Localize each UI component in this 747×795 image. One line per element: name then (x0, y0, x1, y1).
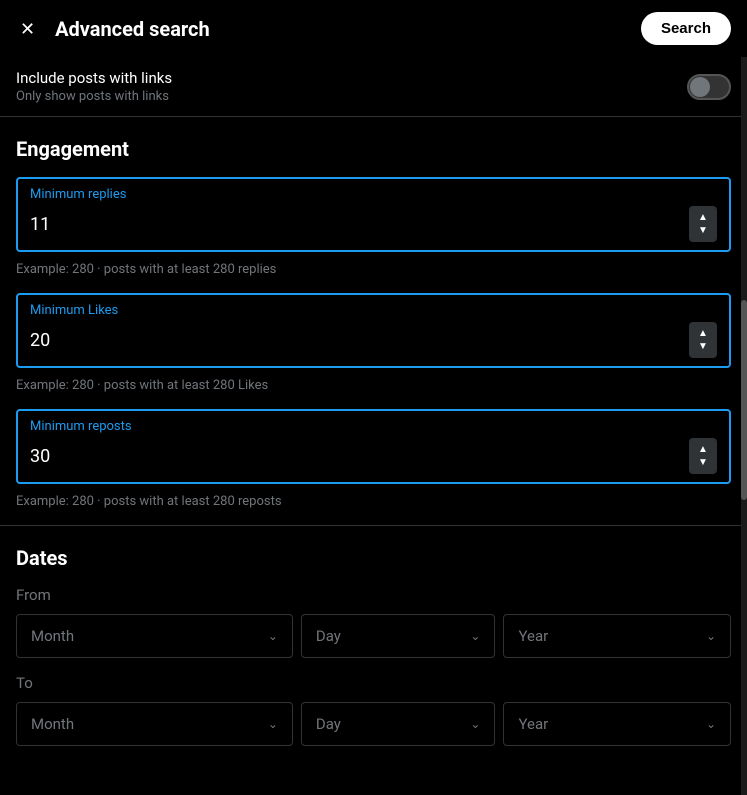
minimum-replies-label: Minimum replies (30, 187, 717, 202)
to-day-placeholder: Day (316, 715, 341, 733)
minimum-reposts-spinner[interactable]: ▲ ▼ (689, 438, 717, 474)
scrollbar-thumb[interactable] (741, 300, 747, 500)
to-label: To (16, 674, 731, 692)
minimum-likes-spinner[interactable]: ▲ ▼ (689, 322, 717, 358)
include-links-sublabel: Only show posts with links (16, 89, 172, 104)
include-links-text: Include posts with links Only show posts… (16, 69, 172, 104)
to-year-placeholder: Year (518, 715, 548, 733)
top-bar-left: ✕ Advanced search (16, 16, 210, 42)
engagement-header: Engagement (16, 117, 731, 177)
to-year-select[interactable]: Year ⌄ (503, 702, 731, 746)
from-month-select[interactable]: Month ⌄ (16, 614, 293, 658)
toggle-include-links[interactable] (687, 74, 731, 100)
from-year-select[interactable]: Year ⌄ (503, 614, 731, 658)
minimum-reposts-row: 30 ▲ ▼ (30, 438, 717, 474)
toggle-thumb (690, 77, 710, 97)
minimum-reposts-value: 30 (30, 446, 50, 467)
spinner-up-icon-likes: ▲ (698, 328, 708, 339)
page-container: ✕ Advanced search Search Include posts w… (0, 0, 747, 795)
minimum-likes-value: 20 (30, 330, 50, 351)
spinner-down-icon-likes: ▼ (698, 341, 708, 352)
dates-section: Dates From Month ⌄ Day ⌄ Year ⌄ To Month… (0, 526, 747, 746)
minimum-replies-group: Minimum replies 11 ▲ ▼ (16, 177, 731, 252)
spinner-up-icon-reposts: ▲ (698, 444, 708, 455)
from-month-chevron-icon: ⌄ (268, 629, 278, 643)
to-year-chevron-icon: ⌄ (706, 717, 716, 731)
spinner-up-icon: ▲ (698, 212, 708, 223)
from-date-row: Month ⌄ Day ⌄ Year ⌄ (16, 614, 731, 658)
engagement-section: Engagement Minimum replies 11 ▲ ▼ Exampl… (0, 117, 747, 509)
minimum-replies-value: 11 (30, 214, 50, 235)
to-month-placeholder: Month (31, 715, 74, 733)
minimum-replies-example: Example: 280 · posts with at least 280 r… (16, 256, 731, 277)
from-day-select[interactable]: Day ⌄ (301, 614, 496, 658)
top-bar: ✕ Advanced search Search (0, 0, 747, 57)
minimum-likes-row: 20 ▲ ▼ (30, 322, 717, 358)
to-date-row: Month ⌄ Day ⌄ Year ⌄ (16, 702, 731, 746)
include-links-section: Include posts with links Only show posts… (0, 57, 747, 116)
from-day-placeholder: Day (316, 627, 341, 645)
minimum-likes-example: Example: 280 · posts with at least 280 L… (16, 372, 731, 393)
scrollbar-track (741, 0, 747, 795)
dates-header: Dates (16, 526, 731, 586)
to-month-chevron-icon: ⌄ (268, 717, 278, 731)
from-day-chevron-icon: ⌄ (470, 629, 480, 643)
close-button[interactable]: ✕ (16, 16, 39, 42)
to-day-select[interactable]: Day ⌄ (301, 702, 496, 746)
from-label: From (16, 586, 731, 604)
toggle-track (687, 74, 731, 100)
search-button[interactable]: Search (641, 12, 731, 45)
from-year-placeholder: Year (518, 627, 548, 645)
minimum-reposts-group: Minimum reposts 30 ▲ ▼ (16, 409, 731, 484)
from-month-placeholder: Month (31, 627, 74, 645)
minimum-replies-row: 11 ▲ ▼ (30, 206, 717, 242)
minimum-likes-label: Minimum Likes (30, 303, 717, 318)
page-title: Advanced search (55, 17, 210, 41)
include-links-label: Include posts with links (16, 69, 172, 87)
to-day-chevron-icon: ⌄ (470, 717, 480, 731)
minimum-likes-group: Minimum Likes 20 ▲ ▼ (16, 293, 731, 368)
spinner-down-icon-reposts: ▼ (698, 457, 708, 468)
to-month-select[interactable]: Month ⌄ (16, 702, 293, 746)
from-year-chevron-icon: ⌄ (706, 629, 716, 643)
spinner-down-icon: ▼ (698, 225, 708, 236)
minimum-reposts-example: Example: 280 · posts with at least 280 r… (16, 488, 731, 509)
minimum-reposts-label: Minimum reposts (30, 419, 717, 434)
minimum-replies-spinner[interactable]: ▲ ▼ (689, 206, 717, 242)
